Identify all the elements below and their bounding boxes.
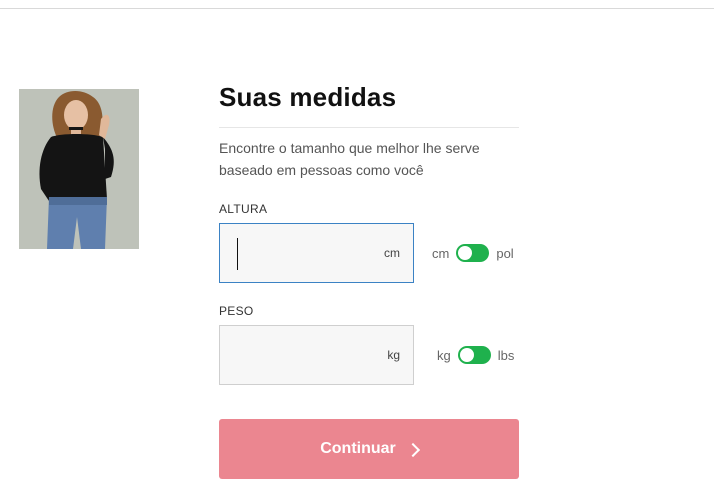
height-unit-toggle-group: cm pol [432, 243, 514, 263]
weight-toggle-left-label: kg [437, 347, 451, 363]
weight-toggle-right-label: lbs [497, 347, 515, 363]
text-caret [237, 238, 238, 270]
height-toggle-left-label: cm [432, 245, 450, 261]
size-measurements-page: Suas medidas Encontre o tamanho que melh… [0, 0, 714, 487]
height-unit-switch[interactable] [456, 244, 490, 262]
weight-unit-toggle-group: kg lbs [437, 345, 514, 365]
height-unit-suffix: cm [384, 246, 400, 260]
continue-button[interactable]: Continuar [219, 419, 519, 479]
height-input[interactable] [232, 234, 376, 274]
continue-button-label: Continuar [320, 440, 396, 457]
weight-input-box[interactable]: kg [219, 325, 414, 385]
title-divider [219, 127, 519, 128]
weight-input[interactable] [232, 336, 376, 376]
product-model-image [19, 89, 139, 249]
height-input-box[interactable]: cm [219, 223, 414, 283]
height-label: ALTURA [219, 202, 268, 216]
page-title: Suas medidas [219, 82, 397, 112]
chevron-right-icon [405, 442, 420, 457]
switch-knob [459, 348, 474, 362]
weight-unit-switch[interactable] [457, 346, 491, 364]
height-toggle-right-label: pol [496, 245, 514, 261]
switch-knob [458, 246, 473, 260]
page-subtitle: Encontre o tamanho que melhor lhe serve … [219, 140, 480, 178]
top-divider [0, 8, 714, 9]
weight-label: PESO [219, 304, 254, 318]
weight-unit-suffix: kg [387, 348, 400, 362]
